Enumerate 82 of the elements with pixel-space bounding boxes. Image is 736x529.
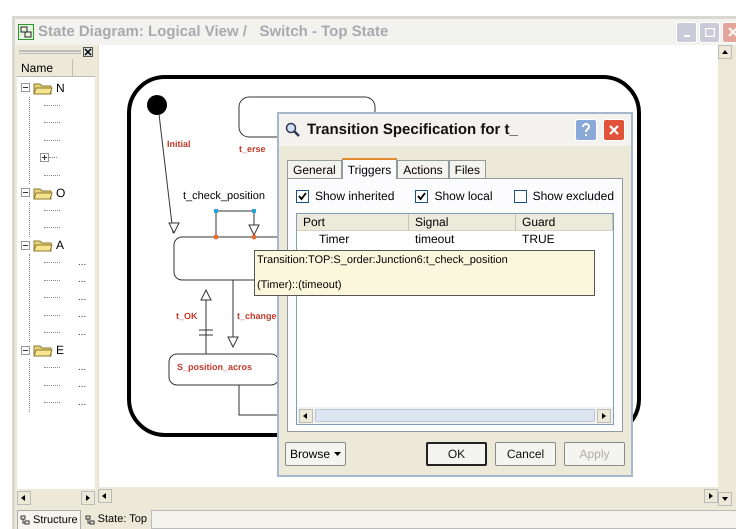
column-header[interactable]: Signal [409,214,516,230]
hierarchy-icon [20,515,30,525]
tree-item-label[interactable]: ... [78,380,86,390]
horizontal-scrollbar[interactable] [297,407,613,424]
scroll-left-button[interactable] [98,488,112,502]
checkbox[interactable] [415,190,428,202]
checkbox-label: Show excluded [532,188,614,205]
vertical-scrollbar[interactable] [718,45,734,506]
tree-item-label[interactable]: N [56,82,65,94]
diagram-label[interactable]: Initial [167,140,191,149]
close-icon [608,124,620,136]
diagram-label[interactable]: t_OK [176,312,198,321]
tree-item-label[interactable]: ... [78,275,86,286]
caret-icon [334,452,341,456]
maximize-icon [704,28,714,36]
collapse-icon[interactable] [21,240,30,250]
state-diagram-icon [18,24,34,40]
column-header[interactable]: Guard [516,214,613,230]
tab[interactable]: State: Top [82,510,149,529]
state-icon [84,514,95,524]
collapse-icon[interactable] [21,188,30,198]
tree-item-label[interactable]: ... [78,292,86,303]
diagram-label[interactable]: S_position_acros [177,363,252,372]
browse-button[interactable]: Browse [285,442,346,466]
tab[interactable]: Structure [17,510,81,529]
transition-arrow[interactable] [227,280,239,348]
diagram-label[interactable]: t_erse [239,145,266,154]
close-button[interactable] [603,119,625,141]
folder-icon [33,238,53,252]
diagram-label[interactable]: t_check_position [183,191,265,202]
window-title: State Diagram: Logical View / Switch - Top State [38,22,390,42]
tree-item-label[interactable]: ... [78,328,86,338]
scroll-thumb[interactable] [315,409,595,422]
dialog-title: Transition Specification for t_ [307,120,519,140]
expand-icon[interactable] [40,153,49,162]
checkbox[interactable] [296,190,309,202]
tab[interactable]: General [287,160,342,178]
tree-item-label[interactable]: ... [78,258,86,268]
transition-arrow[interactable] [198,288,214,354]
tree-item-label[interactable]: O [56,186,66,199]
folder-icon [33,80,53,95]
tree-item-label[interactable]: ... [78,398,86,408]
table-cell-text: Timer [318,231,350,247]
collapse-icon[interactable] [21,346,30,355]
horizontal-scrollbar[interactable] [17,489,95,506]
dialog-button[interactable]: OK [426,442,487,466]
folder-icon [33,343,53,358]
scroll-up-button[interactable] [718,45,732,59]
tree-item-label[interactable]: A [56,239,64,252]
tree-item-label[interactable]: ... [78,362,86,373]
horizontal-scrollbar[interactable] [98,487,718,504]
tooltip-text: Transition:TOP:S_order:Junction6:t_check_position [257,254,509,267]
scroll-left-button[interactable] [299,408,313,422]
initial-state-dot[interactable] [147,95,167,115]
scroll-right-button[interactable] [704,488,718,502]
checkbox-label: Show inherited [315,188,394,205]
transition-line[interactable] [238,384,280,416]
minimize-icon [684,34,690,36]
scroll-right-button[interactable] [81,490,95,504]
checkbox-label: Show local [434,188,493,205]
help-icon [581,123,591,137]
folder-icon [33,186,53,200]
collapse-icon[interactable] [21,83,30,92]
table-cell-text: timeout [414,231,456,247]
scroll-right-button[interactable] [597,408,611,422]
tree-item-label[interactable]: ... [78,310,86,320]
checkbox[interactable] [514,190,527,202]
close-icon[interactable] [83,47,93,57]
tab[interactable]: Triggers [342,158,398,179]
close-icon [728,27,736,37]
magnifier-icon [285,122,301,138]
tooltip-text: (Timer)::(timeout) [257,279,343,292]
dialog-button[interactable]: Cancel [495,442,556,466]
tab[interactable]: Files [448,160,486,178]
diagram-label[interactable]: t_change [237,312,277,321]
column-header[interactable]: Port [297,214,409,230]
scroll-down-button[interactable] [718,492,732,506]
tab[interactable]: Actions [397,160,449,178]
table-cell-text: TRUE [521,231,556,247]
scroll-left-button[interactable] [17,490,31,504]
selected-transition-arrow[interactable] [214,209,260,240]
tree-item-label[interactable]: E [56,344,64,356]
